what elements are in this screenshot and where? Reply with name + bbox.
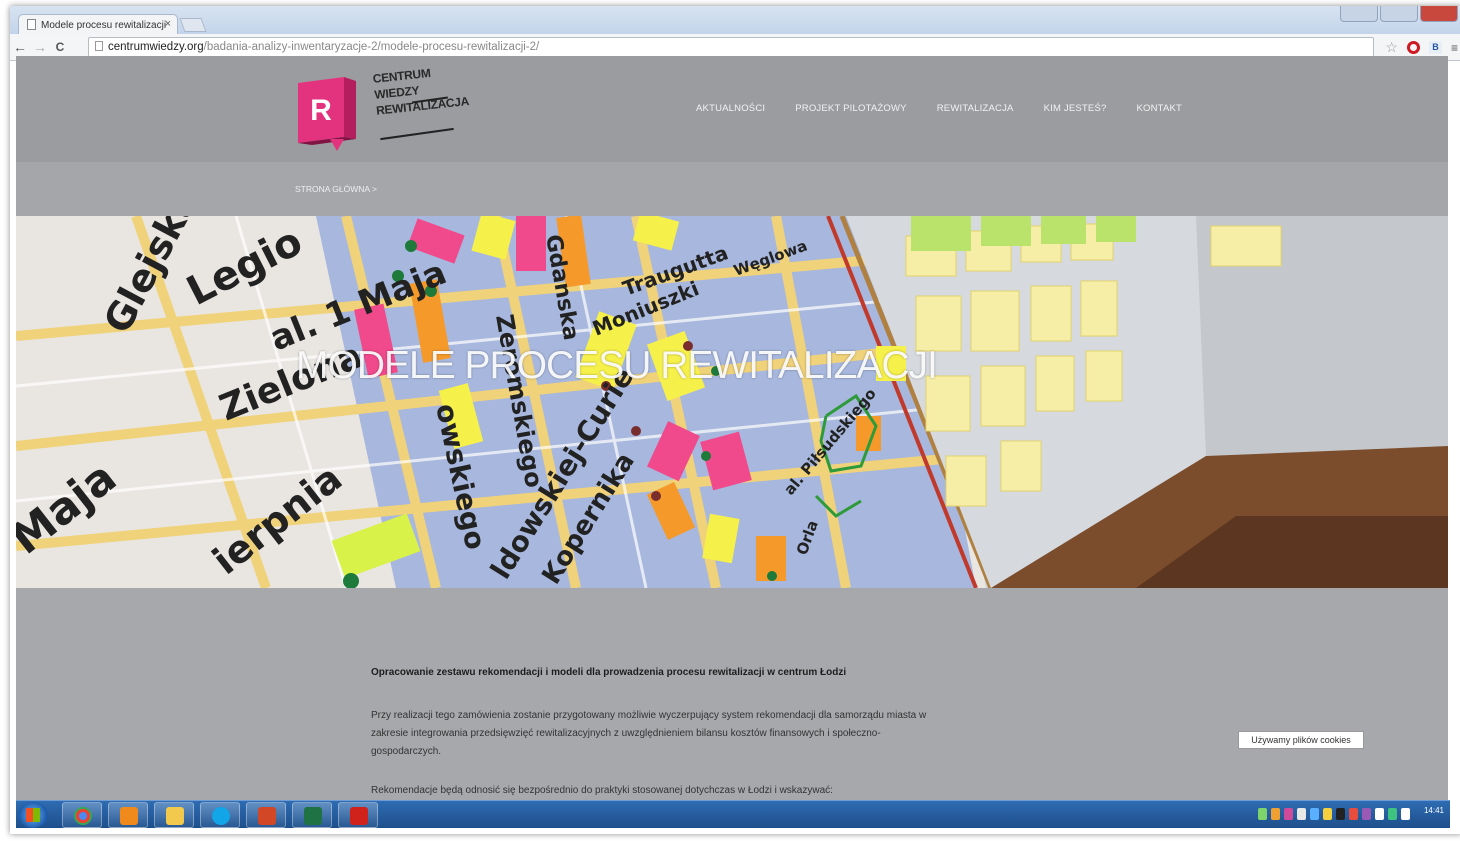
close-window-button[interactable] (1420, 6, 1458, 22)
logo-book-icon: R (298, 77, 356, 151)
main-nav: AKTUALNOŚCI PROJEKT PILOTAŻOWY REWITALIZ… (696, 103, 1182, 114)
tab-title: Modele procesu rewitalizacji (41, 20, 167, 31)
forward-button[interactable]: → (30, 39, 50, 55)
breadcrumb[interactable]: STRONA GŁÓWNA > (295, 184, 377, 194)
skype-icon (212, 807, 230, 825)
windows-taskbar: 14:41 (16, 800, 1450, 828)
reload-button[interactable]: C (50, 40, 70, 54)
minimize-button[interactable] (1340, 6, 1378, 22)
tray-icon[interactable] (1258, 808, 1267, 820)
extension-icon[interactable]: B (1428, 41, 1442, 54)
back-button[interactable]: ← (10, 39, 30, 55)
taskbar-skype[interactable] (200, 802, 240, 828)
star-icon[interactable]: ☆ (1385, 39, 1398, 56)
address-bar[interactable]: centrumwiedzy.org/badania-analizy-inwent… (88, 37, 1374, 58)
site-header: R CENTRUM WIEDZY REWITALIZACJA AKTUALNOŚ… (16, 56, 1448, 162)
tray-icon[interactable] (1349, 808, 1358, 820)
volume-icon[interactable] (1375, 808, 1384, 820)
tab-close-icon[interactable]: × (165, 18, 171, 30)
url-host: centrumwiedzy.org (108, 41, 204, 53)
excel-icon (304, 807, 322, 825)
hero-map-photo: Glejska Legio al. 1 Maja Zielona Maja ie… (16, 216, 1448, 588)
web-page: R CENTRUM WIEDZY REWITALIZACJA AKTUALNOŚ… (16, 56, 1448, 800)
start-button[interactable] (18, 802, 48, 828)
nav-item-kontakt[interactable]: KONTAKT (1137, 103, 1183, 114)
browser-tab-strip: Modele procesu rewitalizacji × (10, 6, 1460, 34)
site-logo[interactable]: R CENTRUM WIEDZY REWITALIZACJA (294, 66, 470, 161)
article-paragraph: Rekomendacje będą odnosić się bezpośredn… (371, 785, 833, 796)
hero-title: MODELE PROCESU REWITALIZACJI (296, 344, 938, 387)
network-icon[interactable] (1388, 808, 1397, 820)
tray-icon[interactable] (1310, 808, 1319, 820)
system-tray (1258, 808, 1410, 820)
logo-letter: R (310, 94, 332, 127)
nav-item-projekt-pilotazowy[interactable]: PROJEKT PILOTAŻOWY (795, 103, 906, 114)
powerpoint-icon (258, 807, 276, 825)
toolbar-right: ☆ B ≡ (1385, 39, 1458, 56)
folder-icon (166, 807, 184, 825)
cookie-notice[interactable]: Używamy plików cookies (1238, 731, 1364, 749)
taskbar-acrobat[interactable] (338, 802, 378, 828)
tray-icon[interactable] (1362, 808, 1371, 820)
url-path: /badania-analizy-inwentaryzacje-2/modele… (203, 41, 540, 53)
tray-icon[interactable] (1336, 808, 1345, 820)
clock-time: 14:41 (1423, 806, 1444, 815)
nav-item-aktualnosci[interactable]: AKTUALNOŚCI (696, 103, 765, 114)
window-controls (1340, 6, 1458, 22)
article-content: Opracowanie zestawu rekomendacji i model… (371, 664, 931, 800)
taskbar-explorer[interactable] (154, 802, 194, 828)
opera-icon[interactable] (1406, 41, 1420, 54)
hero-banner: Glejska Legio al. 1 Maja Zielona Maja ie… (16, 216, 1448, 588)
taskbar-excel[interactable] (292, 802, 332, 828)
flag-icon[interactable] (1401, 808, 1410, 820)
tray-icon[interactable] (1271, 808, 1280, 820)
page-icon (95, 41, 103, 51)
article-paragraph: Przy realizacji tego zamówienia zostanie… (371, 710, 927, 757)
nav-item-kim-jestes[interactable]: KIM JESTEŚ? (1044, 103, 1107, 114)
chrome-icon (74, 807, 92, 825)
browser-tab[interactable]: Modele procesu rewitalizacji × (18, 14, 178, 34)
logo-underline (380, 127, 454, 141)
taskbar-clock[interactable]: 14:41 (1424, 806, 1444, 815)
article-heading: Opracowanie zestawu rekomendacji i model… (371, 667, 847, 678)
pdf-icon (350, 807, 368, 825)
windows-logo-icon (26, 808, 40, 822)
tray-icon[interactable] (1297, 808, 1306, 820)
nav-item-rewitalizacja[interactable]: REWITALIZACJA (937, 103, 1014, 114)
logo-text: CENTRUM WIEDZY REWITALIZACJA (372, 61, 470, 118)
new-tab-button[interactable] (179, 18, 207, 32)
breadcrumb-bar: STRONA GŁÓWNA > (16, 162, 1448, 216)
menu-icon[interactable]: ≡ (1451, 41, 1458, 55)
maximize-button[interactable] (1380, 6, 1418, 22)
taskbar-media-player[interactable] (108, 802, 148, 828)
taskbar-chrome[interactable] (62, 802, 102, 828)
tray-icon[interactable] (1323, 808, 1332, 820)
tray-icon[interactable] (1284, 808, 1293, 820)
taskbar-powerpoint[interactable] (246, 802, 286, 828)
media-player-icon (120, 807, 138, 825)
page-icon (27, 19, 36, 30)
